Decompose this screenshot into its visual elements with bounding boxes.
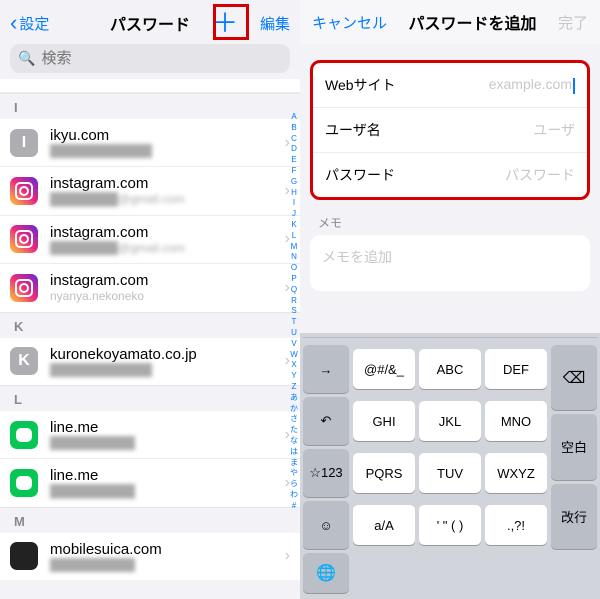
line-icon — [10, 421, 38, 449]
chevron-right-icon: › — [285, 547, 290, 565]
search-field[interactable]: 🔍 — [10, 44, 290, 73]
website-placeholder: example.com — [489, 76, 572, 92]
password-row[interactable]: line.me██████████› — [0, 459, 300, 506]
chevron-right-icon: › — [285, 426, 290, 444]
key-tuv[interactable]: TUV — [419, 453, 481, 493]
row-username: ████████@gmail.com — [50, 241, 285, 255]
globe-icon: 🌐 — [316, 563, 336, 583]
key-mno[interactable]: MNO — [485, 401, 547, 441]
username-field[interactable]: ユーザ名 ユーザ — [313, 108, 587, 153]
ig-icon — [10, 177, 38, 205]
page-title: パスワード — [0, 11, 300, 35]
key-emoji[interactable]: ☺ — [303, 501, 349, 549]
backspace-icon: ⌫ — [563, 368, 586, 388]
previous-section-edge — [0, 79, 300, 93]
row-site: instagram.com — [50, 272, 285, 289]
password-row[interactable]: mobilesuica.com██████████› — [0, 533, 300, 580]
key-undo[interactable]: ↶ — [303, 397, 349, 445]
keyboard: → ↶ ☆123 ☺ @#/&_ ABC DEF GHI JKL MNO — [300, 333, 600, 599]
row-username: ██████████ — [50, 484, 285, 498]
section-header: L — [0, 385, 300, 411]
section-header: M — [0, 507, 300, 533]
key-def[interactable]: DEF — [485, 349, 547, 389]
chevron-right-icon: › — [285, 352, 290, 370]
chevron-right-icon: › — [285, 134, 290, 152]
row-site: line.me — [50, 419, 285, 436]
key-symbols[interactable]: @#/&_ — [353, 349, 415, 389]
password-row[interactable]: instagram.com████████@gmail.com› — [0, 216, 300, 264]
password-row[interactable]: Kkuronekoyamato.co.jp████████████› — [0, 338, 300, 385]
search-input[interactable] — [41, 50, 282, 67]
done-button[interactable]: 完了 — [558, 12, 588, 33]
key-punct[interactable]: .,?! — [485, 505, 547, 545]
page-title: パスワードを追加 — [408, 10, 536, 34]
add-password-screen: キャンセル パスワードを追加 完了 Webサイト example.com ユーザ… — [300, 0, 600, 599]
credentials-form: Webサイト example.com ユーザ名 ユーザ パスワード パスワード — [310, 60, 590, 200]
section-header: I — [0, 93, 300, 119]
line-icon — [10, 469, 38, 497]
nav-bar: ‹ 設定 パスワード ＋ 編集 — [0, 0, 300, 42]
key-star123[interactable]: ☆123 — [303, 449, 349, 497]
key-globe[interactable]: 🌐 — [303, 553, 349, 593]
username-placeholder: ユーザ — [407, 120, 575, 140]
row-site: ikyu.com — [50, 127, 285, 144]
row-username: ████████@gmail.com — [50, 192, 285, 206]
password-row[interactable]: instagram.com████████@gmail.com› — [0, 167, 300, 215]
key-arrow[interactable]: → — [303, 345, 349, 393]
ig-icon — [10, 225, 38, 253]
password-placeholder: パスワード — [407, 165, 575, 185]
row-username: ████████████ — [50, 144, 285, 158]
key-quotes[interactable]: ' " ( ) — [419, 505, 481, 545]
row-site: instagram.com — [50, 224, 285, 241]
key-space[interactable]: 空白 — [551, 414, 597, 479]
row-site: kuronekoyamato.co.jp — [50, 346, 285, 363]
key-case[interactable]: a/A — [353, 505, 415, 545]
chevron-right-icon: › — [285, 230, 290, 248]
key-wxyz[interactable]: WXYZ — [485, 453, 547, 493]
key-jkl[interactable]: JKL — [419, 401, 481, 441]
key-ghi[interactable]: GHI — [353, 401, 415, 441]
website-field[interactable]: Webサイト example.com — [313, 63, 587, 108]
chevron-right-icon: › — [285, 182, 290, 200]
gray-icon: I — [10, 129, 38, 157]
row-username: ██████████ — [50, 558, 285, 572]
chevron-right-icon: › — [285, 474, 290, 492]
row-site: instagram.com — [50, 175, 285, 192]
password-field[interactable]: パスワード パスワード — [313, 153, 587, 197]
password-list[interactable]: IIikyu.com████████████›instagram.com████… — [0, 93, 300, 580]
key-pqrs[interactable]: PQRS — [353, 453, 415, 493]
text-cursor — [573, 78, 575, 94]
key-return[interactable]: 改行 — [551, 484, 597, 549]
row-site: line.me — [50, 467, 285, 484]
key-abc[interactable]: ABC — [419, 349, 481, 389]
gray-icon: K — [10, 347, 38, 375]
ig-icon — [10, 274, 38, 302]
row-username: ████████████ — [50, 363, 285, 377]
row-site: mobilesuica.com — [50, 541, 285, 558]
password-row[interactable]: instagram.comnyanya.nekoneko› — [0, 264, 300, 311]
notes-field[interactable]: メモを追加 — [310, 235, 590, 291]
cancel-button[interactable]: キャンセル — [312, 12, 387, 33]
passwords-list-screen: ‹ 設定 パスワード ＋ 編集 🔍 IIikyu.com████████████… — [0, 0, 300, 599]
row-username: ██████████ — [50, 436, 285, 450]
chevron-right-icon: › — [285, 279, 290, 297]
suica-icon — [10, 542, 38, 570]
password-row[interactable]: Iikyu.com████████████› — [0, 119, 300, 167]
row-username: nyanya.nekoneko — [50, 289, 285, 303]
nav-bar: キャンセル パスワードを追加 完了 — [300, 0, 600, 44]
section-header: K — [0, 312, 300, 338]
notes-section-label: メモ — [318, 214, 582, 231]
key-backspace[interactable]: ⌫ — [551, 345, 597, 410]
password-row[interactable]: line.me██████████› — [0, 411, 300, 459]
search-icon: 🔍 — [18, 50, 35, 67]
